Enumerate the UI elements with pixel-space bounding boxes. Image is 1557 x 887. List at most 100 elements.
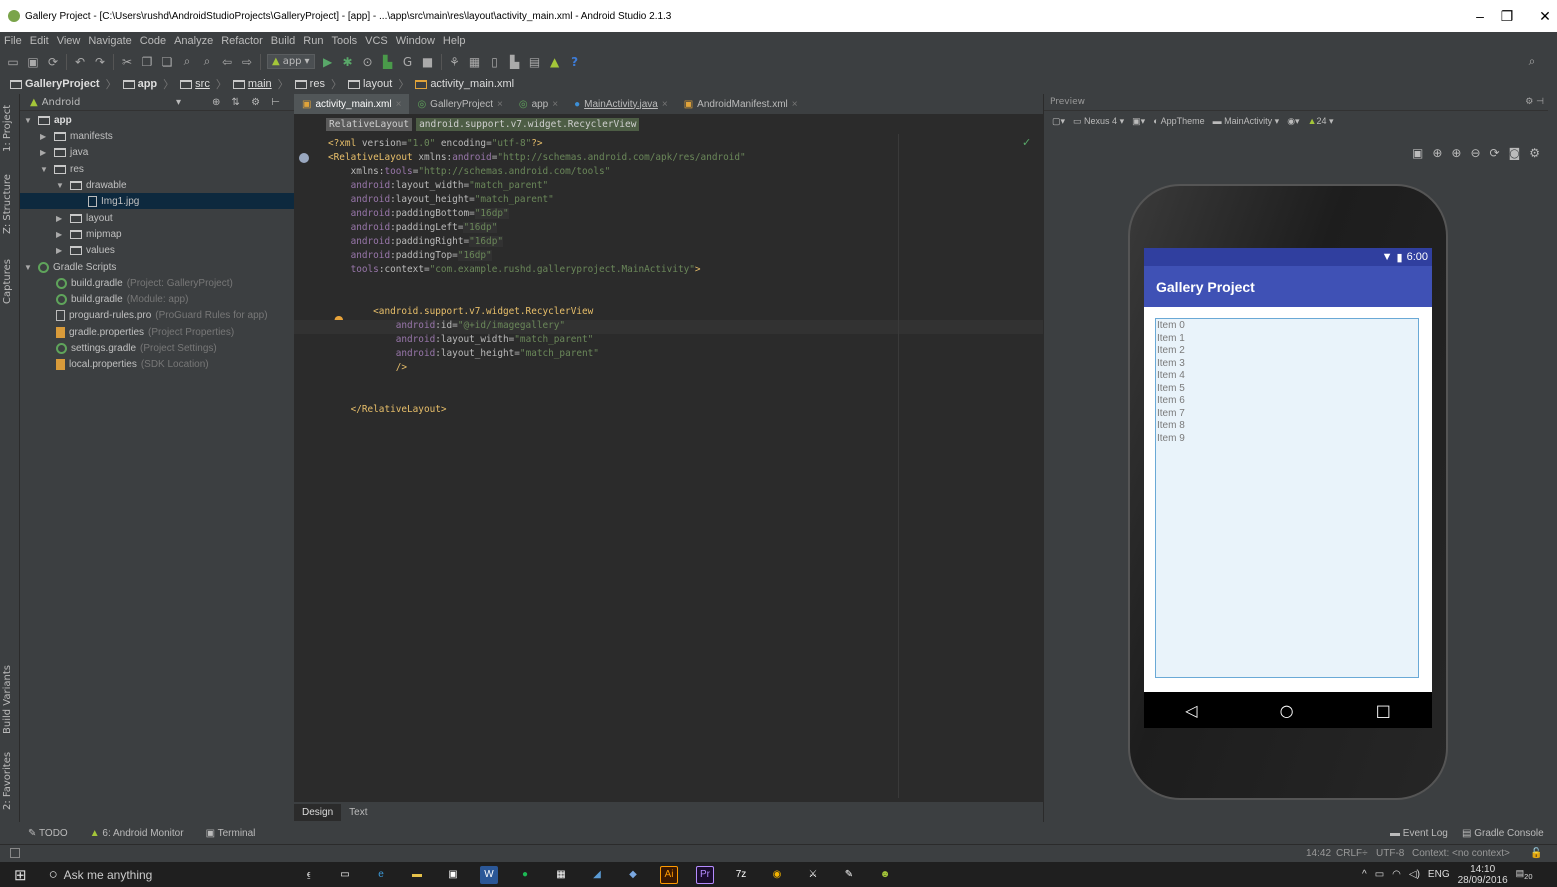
zoom-fit-icon[interactable]: ▣ — [1412, 146, 1423, 160]
help-icon[interactable]: ? — [568, 55, 582, 69]
sdk-manager-icon[interactable]: ▙ — [508, 55, 522, 69]
back-icon[interactable]: ⇦ — [220, 55, 234, 69]
refresh-icon[interactable]: ⟳ — [1490, 146, 1500, 160]
tree-node-build-gradle-module[interactable]: build.gradle (Module: app) — [56, 291, 188, 307]
paint-icon[interactable]: ✎ — [840, 866, 858, 884]
menu-code[interactable]: Code — [136, 35, 170, 47]
tree-node-values[interactable]: ▶ values — [56, 242, 115, 258]
zoom-actual-icon[interactable]: ⊕ — [1432, 146, 1442, 160]
coverage-icon[interactable]: ▙ — [381, 55, 395, 69]
language-indicator[interactable]: ENG — [1428, 869, 1450, 880]
menu-file[interactable]: File — [0, 35, 26, 47]
attach-icon[interactable]: ⊙ — [361, 55, 375, 69]
tree-node-mipmap[interactable]: ▶ mipmap — [56, 226, 122, 242]
save-icon[interactable]: ▣ — [26, 55, 40, 69]
illustrator-icon[interactable]: Ai — [660, 865, 678, 884]
calculator-icon[interactable]: ▦ — [552, 866, 570, 884]
tab-text[interactable]: Text — [341, 804, 375, 821]
tree-node-local-properties[interactable]: local.properties (SDK Location) — [56, 356, 209, 372]
orientation-icon[interactable]: ▣▾ — [1132, 116, 1145, 127]
clock[interactable]: 14:10 28/09/2016 — [1458, 864, 1508, 886]
zoom-out-icon[interactable]: ⊖ — [1470, 146, 1480, 160]
screenshot-icon[interactable]: ◙ — [1509, 146, 1521, 160]
find-icon[interactable]: ⌕ — [180, 54, 194, 69]
tree-node-gradle-properties[interactable]: gradle.properties (Project Properties) — [56, 324, 234, 340]
close-icon[interactable]: × — [662, 99, 668, 110]
lock-icon[interactable]: 🔓 — [1530, 848, 1542, 859]
tree-node-drawable[interactable]: ▼ drawable — [56, 177, 127, 193]
close-button[interactable]: ✕ — [1522, 0, 1557, 32]
edge-icon[interactable]: e — [372, 866, 390, 884]
replace-icon[interactable]: ⌕ — [200, 54, 214, 69]
api-select[interactable]: ▲24 ▾ — [1308, 116, 1334, 127]
tree-node-manifests[interactable]: ▶ manifests — [40, 128, 113, 144]
tree-node-java[interactable]: ▶ java — [40, 144, 88, 160]
menu-refactor[interactable]: Refactor — [217, 35, 267, 47]
menu-view[interactable]: View — [53, 35, 85, 47]
redo-icon[interactable]: ↷ — [93, 55, 107, 69]
open-icon[interactable]: ▭ — [6, 55, 20, 69]
breadcrumb-app[interactable]: app — [122, 78, 157, 90]
xml-path-recyclerview[interactable]: android.support.v7.widget.RecyclerView — [416, 117, 640, 131]
menu-run[interactable]: Run — [299, 35, 327, 47]
chevron-up-icon[interactable]: ^ — [1362, 869, 1367, 880]
volume-icon[interactable]: ◁) — [1409, 869, 1420, 880]
close-icon[interactable]: × — [792, 99, 798, 110]
favorites-tool-button[interactable]: 2: Favorites — [2, 752, 13, 810]
copy-icon[interactable]: ❐ — [140, 55, 154, 69]
gradle-sync-icon[interactable]: ⚘ — [448, 55, 462, 69]
gear-icon[interactable]: ⚙ ⊣ — [1525, 97, 1544, 107]
menu-edit[interactable]: Edit — [26, 35, 53, 47]
task-view-icon[interactable]: ▭ — [336, 866, 354, 884]
layout-icon[interactable]: ▢▾ — [1052, 116, 1065, 127]
terminal-tool-button[interactable]: ▣ Terminal — [206, 828, 256, 839]
tree-node-build-gradle-project[interactable]: build.gradle (Project: GalleryProject) — [56, 275, 233, 291]
chevron-down-icon[interactable]: ▾ — [176, 97, 181, 108]
context-label[interactable]: Context: <no context> — [1412, 848, 1510, 859]
visual-studio-icon[interactable]: ◆ — [624, 866, 642, 884]
zoom-in-icon[interactable]: ⊕ — [1451, 146, 1461, 160]
undo-icon[interactable]: ↶ — [73, 55, 87, 69]
code-area[interactable]: <?xml version="1.0" encoding="utf-8"?> ✓… — [294, 134, 1043, 798]
cortana-search[interactable]: ○ Ask me anything — [49, 866, 153, 883]
7zip-icon[interactable]: 7z — [732, 866, 750, 884]
notification-icon[interactable]: ▤20 — [1516, 868, 1533, 881]
caret-position[interactable]: 14:42 — [1306, 848, 1331, 859]
tree-node-settings-gradle[interactable]: settings.gradle (Project Settings) — [56, 340, 217, 356]
game-icon[interactable]: ⚔ — [804, 866, 822, 884]
locale-icon[interactable]: ◉▾ — [1287, 116, 1299, 127]
menu-analyze[interactable]: Analyze — [170, 35, 217, 47]
android-studio-icon[interactable]: ☻ — [876, 866, 894, 884]
close-icon[interactable]: × — [396, 99, 402, 110]
notes-icon[interactable]: ◢ — [588, 866, 606, 884]
word-icon[interactable]: W — [480, 865, 498, 884]
panel-actions-icon[interactable]: ⊕ ⇅ ⚙ ⊢ — [212, 97, 284, 108]
recycler-view[interactable]: Item 0 Item 1 Item 2 Item 3 Item 4 Item … — [1155, 318, 1419, 678]
avd-manager-icon[interactable]: ▯ — [488, 55, 502, 69]
tab-main-activity[interactable]: ● MainActivity.java × — [566, 94, 676, 114]
premiere-icon[interactable]: Pr — [696, 865, 714, 884]
apply-changes-icon[interactable]: G — [401, 55, 415, 69]
project-view-select[interactable]: Android — [42, 97, 81, 108]
line-separator[interactable]: CRLF÷ — [1336, 848, 1368, 859]
tree-node-app[interactable]: ▼ app — [24, 112, 72, 128]
theme-select[interactable]: ◐ AppTheme — [1153, 116, 1204, 126]
menu-help[interactable]: Help — [439, 35, 470, 47]
activity-select[interactable]: ▬ MainActivity ▾ — [1213, 116, 1280, 127]
captures-tool-button[interactable]: Captures — [2, 259, 13, 304]
class-gutter-icon[interactable] — [299, 153, 309, 163]
sync-icon[interactable]: ⟳ — [46, 55, 60, 69]
search-icon[interactable]: ⌕ — [1525, 54, 1539, 69]
battery-icon[interactable]: ▭ — [1375, 869, 1384, 880]
build-variants-tool-button[interactable]: Build Variants — [2, 665, 13, 734]
android-monitor-tool-button[interactable]: ▲ 6: Android Monitor — [90, 828, 184, 839]
stop-icon[interactable]: ■ — [421, 55, 435, 69]
microphone-icon[interactable]: ⍷ — [300, 866, 318, 884]
device-select[interactable]: ▭ Nexus 4 ▾ — [1073, 116, 1124, 127]
event-log-tool-button[interactable]: ▬ Event Log — [1390, 828, 1448, 839]
windows-start-icon[interactable]: ⊞ — [14, 866, 27, 884]
tree-node-img1[interactable]: Img1.jpg — [20, 193, 294, 209]
file-encoding[interactable]: UTF-8 — [1376, 848, 1404, 859]
menu-vcs[interactable]: VCS — [361, 35, 392, 47]
wifi-icon[interactable]: ◠ — [1392, 869, 1401, 880]
